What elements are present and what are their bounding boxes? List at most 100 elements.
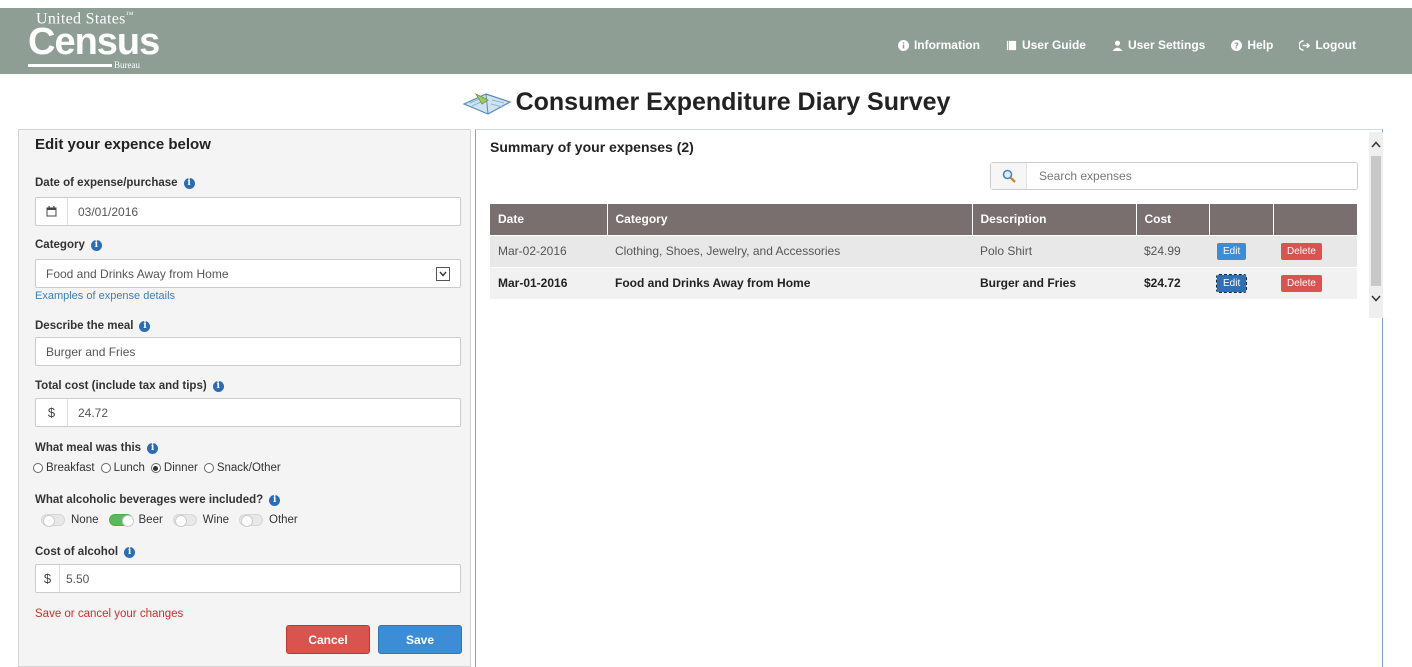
edit-expense-panel: Edit your expence below Date of expense/… <box>18 129 471 667</box>
cell-cost: $24.72 <box>1136 266 1209 299</box>
alcohol-toggle-other[interactable]: Other <box>239 514 298 527</box>
expense-summary-panel: Summary of your expenses (2) Search expe… <box>475 129 1383 667</box>
book-icon <box>1006 40 1017 50</box>
date-label-text: Date of expense/purchase <box>35 177 178 189</box>
category-value: Food and Drinks Away from Home <box>46 266 229 281</box>
info-icon[interactable]: i <box>269 494 281 506</box>
alcohol-toggle-none[interactable]: None <box>41 514 99 527</box>
meal-option-label: Lunch <box>113 462 145 474</box>
cell-delete: Delete <box>1273 266 1357 299</box>
column-header-category[interactable]: Category <box>607 204 973 235</box>
table-row[interactable]: Mar-02-2016 Clothing, Shoes, Jewelry, an… <box>490 234 1357 267</box>
scrollbar-thumb[interactable] <box>1371 156 1381 286</box>
question-circle-icon: ? <box>1231 39 1243 51</box>
meal-radio-lunch[interactable]: Lunch <box>100 462 145 474</box>
table-row[interactable]: Mar-01-2016 Food and Drinks Away from Ho… <box>490 266 1357 299</box>
open-book-icon <box>462 92 512 115</box>
info-icon[interactable]: i <box>139 320 151 332</box>
currency-addon: $ <box>36 565 60 592</box>
logo-sub-text: Bureau <box>114 60 140 70</box>
cell-description: Polo Shirt <box>972 234 1136 267</box>
nav-information-label: Information <box>913 38 980 52</box>
column-header-edit <box>1209 204 1274 235</box>
cell-edit: Edit <box>1209 266 1273 299</box>
category-select[interactable]: Food and Drinks Away from Home <box>35 259 461 288</box>
scroll-up-icon[interactable] <box>1371 140 1381 150</box>
alcohol-cost-label: Cost of alcohol i <box>35 546 136 558</box>
alcohol-cost-value: 5.50 <box>66 571 90 586</box>
alcohol-cost-input[interactable]: $ 5.50 <box>35 564 461 593</box>
alcohol-toggle-group: None Beer Wine Other <box>41 514 308 527</box>
info-icon[interactable]: i <box>212 380 224 392</box>
describe-value: Burger and Fries <box>46 344 136 359</box>
alcohol-toggle-beer[interactable]: Beer <box>108 514 163 527</box>
cell-delete: Delete <box>1273 234 1357 267</box>
save-cancel-note: Save or cancel your changes <box>35 608 184 620</box>
info-icon[interactable]: i <box>147 442 159 454</box>
alcohol-option-label: Other <box>269 514 298 526</box>
nav-help-label: Help <box>1247 38 1274 52</box>
page-title-container: Consumer Expenditure Diary Survey <box>0 88 1412 121</box>
column-header-delete <box>1273 204 1357 235</box>
info-icon[interactable]: i <box>183 177 195 189</box>
total-cost-label-text: Total cost (include tax and tips) <box>35 380 207 392</box>
meal-label-text: What meal was this <box>35 442 142 454</box>
meal-radio-dinner[interactable]: Dinner <box>150 462 198 474</box>
user-icon <box>1112 40 1123 51</box>
cell-category: Clothing, Shoes, Jewelry, and Accessorie… <box>607 234 972 267</box>
delete-button[interactable]: Delete <box>1281 274 1322 292</box>
info-icon[interactable]: i <box>90 239 102 251</box>
cell-edit: Edit <box>1209 234 1273 267</box>
nav-user-guide[interactable]: User Guide <box>1006 38 1086 52</box>
alcohol-option-label: None <box>71 514 99 526</box>
describe-input[interactable]: Burger and Fries <box>35 337 461 366</box>
column-header-date[interactable]: Date <box>490 204 608 235</box>
date-value: 03/01/2016 <box>78 204 139 219</box>
vertical-scrollbar[interactable] <box>1369 132 1383 318</box>
meal-option-label: Snack/Other <box>216 462 281 474</box>
nav-information[interactable]: Information <box>897 38 980 52</box>
cell-date: Mar-01-2016 <box>490 266 607 299</box>
examples-link[interactable]: Examples of expense details <box>35 290 175 302</box>
meal-radio-snack-other[interactable]: Snack/Other <box>203 462 281 474</box>
category-label: Category i <box>35 239 102 251</box>
date-field[interactable]: 03/01/2016 <box>35 197 461 226</box>
logout-icon <box>1299 39 1311 51</box>
cancel-button[interactable]: Cancel <box>286 625 370 654</box>
describe-label: Describe the meal i <box>35 320 151 332</box>
total-cost-value: 24.72 <box>78 405 109 420</box>
calendar-icon[interactable] <box>36 198 68 225</box>
describe-label-text: Describe the meal <box>35 320 134 332</box>
chevron-down-icon[interactable] <box>436 266 450 281</box>
alcohol-option-label: Beer <box>138 514 163 526</box>
search-icon[interactable] <box>991 163 1027 189</box>
edit-button[interactable]: Edit <box>1215 273 1248 293</box>
page-title: Consumer Expenditure Diary Survey <box>462 88 951 117</box>
category-label-text: Category <box>35 239 85 251</box>
currency-addon: $ <box>36 399 68 426</box>
column-header-cost[interactable]: Cost <box>1136 204 1210 235</box>
alcohol-toggle-wine[interactable]: Wine <box>172 514 229 527</box>
census-logo[interactable]: United States™ Census Bureau <box>18 10 168 72</box>
logo-underline <box>28 64 112 67</box>
delete-button[interactable]: Delete <box>1281 242 1322 260</box>
scroll-down-icon[interactable] <box>1371 294 1381 304</box>
cell-date: Mar-02-2016 <box>490 234 607 267</box>
edit-button[interactable]: Edit <box>1217 242 1247 260</box>
save-button[interactable]: Save <box>378 625 462 654</box>
nav-logout-label: Logout <box>1315 38 1356 52</box>
nav-user-guide-label: User Guide <box>1021 38 1086 52</box>
total-cost-input[interactable]: $ 24.72 <box>35 398 461 427</box>
nav-user-settings[interactable]: User Settings <box>1112 38 1205 52</box>
nav-help[interactable]: ? Help <box>1231 38 1273 52</box>
alcohol-cost-label-text: Cost of alcohol <box>35 546 119 558</box>
cell-cost: $24.99 <box>1136 234 1209 267</box>
meal-radio-breakfast[interactable]: Breakfast <box>33 462 95 474</box>
info-icon[interactable]: i <box>124 546 136 558</box>
search-expenses-input[interactable]: Search expenses <box>990 162 1358 190</box>
alcohol-label: What alcoholic beverages were included? … <box>35 494 281 506</box>
column-header-description[interactable]: Description <box>972 204 1137 235</box>
nav-logout[interactable]: Logout <box>1299 38 1356 52</box>
page-title-text: Consumer Expenditure Diary Survey <box>515 88 951 116</box>
table-header-row: Date Category Description Cost <box>490 204 1357 235</box>
